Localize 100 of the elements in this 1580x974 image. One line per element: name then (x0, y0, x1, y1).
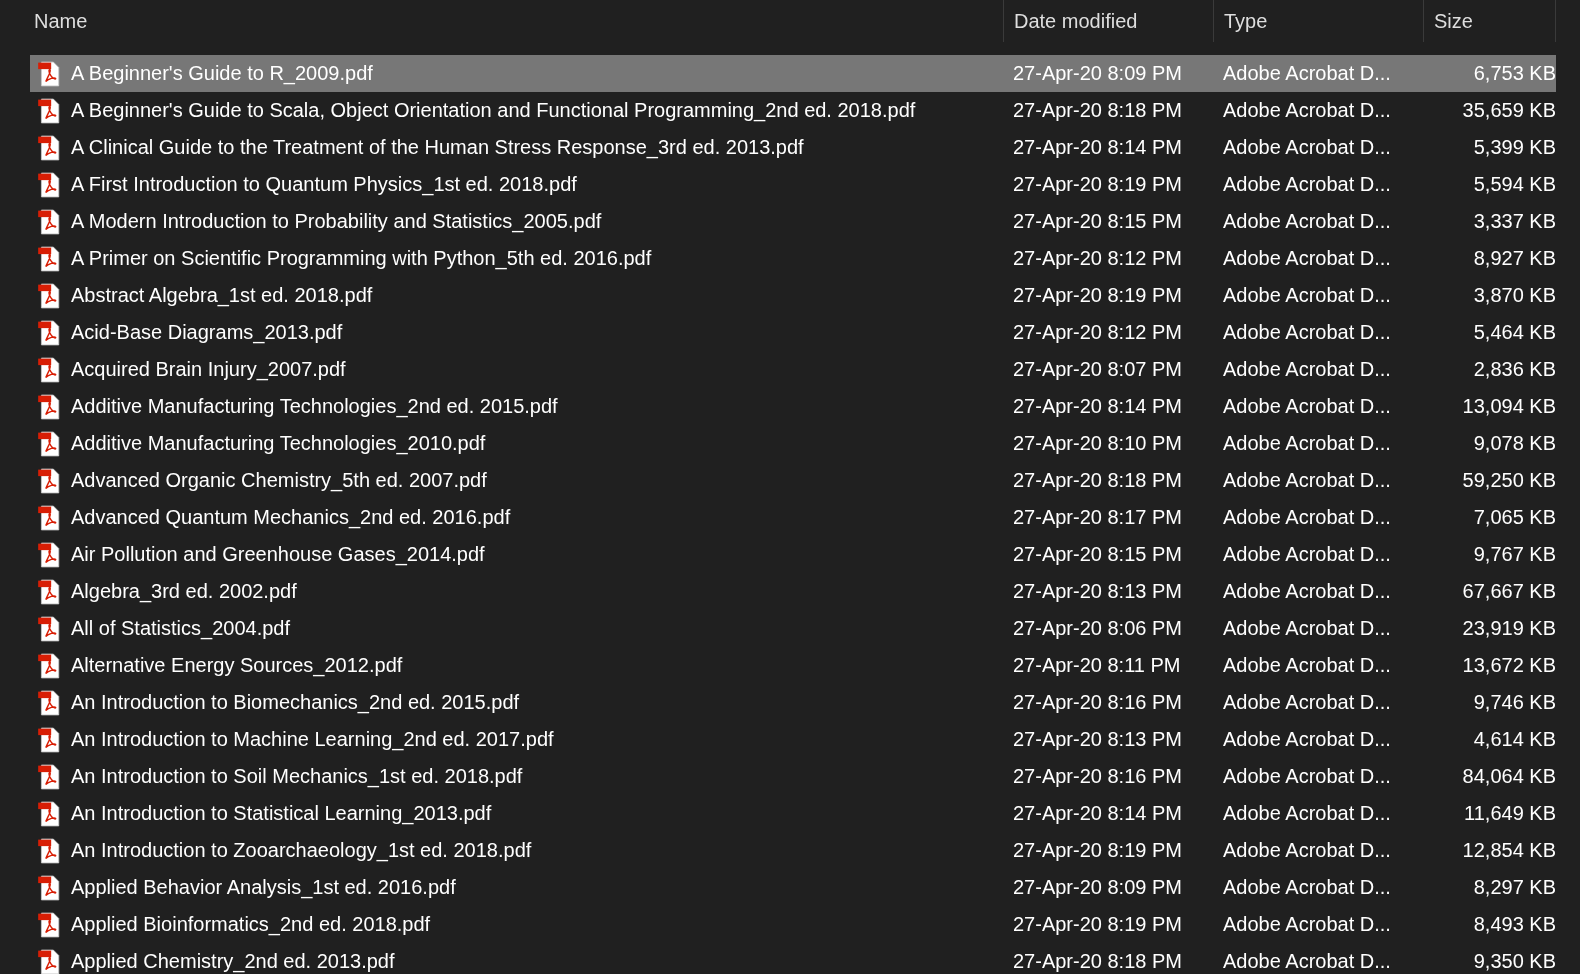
file-size: 7,065 KB (1473, 506, 1556, 528)
file-name: Advanced Organic Chemistry_5th ed. 2007.pdf (71, 469, 487, 492)
file-row[interactable]: Air Pollution and Greenhouse Gases_2014.pdf 27-Apr-20 8:15 PM Adobe Acrobat D... 9,767 KB (30, 536, 1556, 573)
column-header[interactable]: Date modified (1003, 0, 1213, 42)
date-modified: 27-Apr-20 8:18 PM (1013, 469, 1182, 491)
file-name: An Introduction to Soil Mechanics_1st ed. 2018.pdf (71, 765, 523, 788)
file-name: A Beginner's Guide to Scala, Object Orientation and Functional Programming_2nd ed. 2018.pdf (71, 99, 916, 122)
file-type: Adobe Acrobat D... (1223, 728, 1391, 750)
pdf-file-icon (36, 208, 62, 235)
file-type: Adobe Acrobat D... (1223, 617, 1391, 639)
file-row[interactable]: An Introduction to Biomechanics_2nd ed. 2015.pdf 27-Apr-20 8:16 PM Adobe Acrobat D... 9,746 KB (30, 684, 1556, 721)
file-type: Adobe Acrobat D... (1223, 765, 1391, 787)
file-size: 9,078 KB (1473, 432, 1556, 454)
pdf-file-icon (36, 652, 62, 679)
file-row[interactable]: A Beginner's Guide to Scala, Object Orientation and Functional Programming_2nd ed. 2018.pdf 27-Apr-20 8:18 PM Adobe Acrobat D... 35,659 KB (30, 92, 1556, 129)
file-row[interactable]: An Introduction to Statistical Learning_2013.pdf 27-Apr-20 8:14 PM Adobe Acrobat D... 11,649 KB (30, 795, 1556, 832)
date-modified: 27-Apr-20 8:19 PM (1013, 284, 1182, 306)
file-name: A Clinical Guide to the Treatment of the Human Stress Response_3rd ed. 2013.pdf (71, 136, 804, 159)
file-row[interactable]: A Primer on Scientific Programming with Python_5th ed. 2016.pdf 27-Apr-20 8:12 PM Adobe Acrobat D... 8,927 KB (30, 240, 1556, 277)
date-modified: 27-Apr-20 8:19 PM (1013, 173, 1182, 195)
file-name: Additive Manufacturing Technologies_2010.pdf (71, 432, 486, 455)
file-name: An Introduction to Statistical Learning_2013.pdf (71, 802, 492, 825)
file-name: Applied Bioinformatics_2nd ed. 2018.pdf (71, 913, 431, 936)
pdf-file-icon (36, 763, 62, 790)
pdf-file-icon (36, 541, 62, 568)
file-name: Applied Behavior Analysis_1st ed. 2016.pdf (71, 876, 456, 899)
file-type: Adobe Acrobat D... (1223, 839, 1391, 861)
file-type: Adobe Acrobat D... (1223, 432, 1391, 454)
file-row[interactable]: An Introduction to Zooarchaeology_1st ed. 2018.pdf 27-Apr-20 8:19 PM Adobe Acrobat D... 12,854 KB (30, 832, 1556, 869)
date-modified: 27-Apr-20 8:10 PM (1013, 432, 1182, 454)
pdf-file-icon (36, 837, 62, 864)
file-row[interactable]: Applied Behavior Analysis_1st ed. 2016.pdf 27-Apr-20 8:09 PM Adobe Acrobat D... 8,297 KB (30, 869, 1556, 906)
pdf-file-icon (36, 874, 62, 901)
file-size: 5,464 KB (1473, 321, 1556, 343)
column-header[interactable]: Size (1423, 0, 1556, 42)
date-modified: 27-Apr-20 8:09 PM (1013, 62, 1182, 84)
file-type: Adobe Acrobat D... (1223, 580, 1391, 602)
file-name: An Introduction to Zooarchaeology_1st ed. 2018.pdf (71, 839, 532, 862)
column-header[interactable]: Name (30, 0, 1003, 42)
file-type: Adobe Acrobat D... (1223, 210, 1391, 232)
column-header[interactable]: Type (1213, 0, 1423, 42)
file-type: Adobe Acrobat D... (1223, 358, 1391, 380)
file-size: 5,399 KB (1473, 136, 1556, 158)
file-row[interactable]: Applied Chemistry_2nd ed. 2013.pdf 27-Apr-20 8:18 PM Adobe Acrobat D... 9,350 KB (30, 943, 1556, 974)
date-modified: 27-Apr-20 8:14 PM (1013, 136, 1182, 158)
file-row[interactable]: Acid-Base Diagrams_2013.pdf 27-Apr-20 8:12 PM Adobe Acrobat D... 5,464 KB (30, 314, 1556, 351)
file-type: Adobe Acrobat D... (1223, 913, 1391, 935)
date-modified: 27-Apr-20 8:12 PM (1013, 247, 1182, 269)
pdf-file-icon (36, 911, 62, 938)
date-modified: 27-Apr-20 8:16 PM (1013, 691, 1182, 713)
date-modified: 27-Apr-20 8:19 PM (1013, 913, 1182, 935)
file-row[interactable]: Additive Manufacturing Technologies_2010.pdf 27-Apr-20 8:10 PM Adobe Acrobat D... 9,078 KB (30, 425, 1556, 462)
file-type: Adobe Acrobat D... (1223, 543, 1391, 565)
file-type: Adobe Acrobat D... (1223, 173, 1391, 195)
file-name: Algebra_3rd ed. 2002.pdf (71, 580, 297, 603)
file-name: Acquired Brain Injury_2007.pdf (71, 358, 346, 381)
file-row[interactable]: Acquired Brain Injury_2007.pdf 27-Apr-20 8:07 PM Adobe Acrobat D... 2,836 KB (30, 351, 1556, 388)
file-size: 8,493 KB (1473, 913, 1556, 935)
file-name: A Primer on Scientific Programming with Python_5th ed. 2016.pdf (71, 247, 652, 270)
file-row[interactable]: Abstract Algebra_1st ed. 2018.pdf 27-Apr-20 8:19 PM Adobe Acrobat D... 3,870 KB (30, 277, 1556, 314)
date-modified: 27-Apr-20 8:18 PM (1013, 99, 1182, 121)
file-size: 11,649 KB (1464, 802, 1556, 824)
file-type: Adobe Acrobat D... (1223, 506, 1391, 528)
file-row[interactable]: An Introduction to Machine Learning_2nd ed. 2017.pdf 27-Apr-20 8:13 PM Adobe Acrobat D... 4,614 KB (30, 721, 1556, 758)
pdf-file-icon (36, 726, 62, 753)
pdf-file-icon (36, 393, 62, 420)
file-size: 9,746 KB (1473, 691, 1556, 713)
file-row[interactable]: An Introduction to Soil Mechanics_1st ed. 2018.pdf 27-Apr-20 8:16 PM Adobe Acrobat D... 84,064 KB (30, 758, 1556, 795)
file-size: 12,854 KB (1462, 839, 1556, 861)
file-row[interactable]: All of Statistics_2004.pdf 27-Apr-20 8:06 PM Adobe Acrobat D... 23,919 KB (30, 610, 1556, 647)
file-row[interactable]: A First Introduction to Quantum Physics_1st ed. 2018.pdf 27-Apr-20 8:19 PM Adobe Acrobat D... 5,594 KB (30, 166, 1556, 203)
file-row[interactable]: Applied Bioinformatics_2nd ed. 2018.pdf 27-Apr-20 8:19 PM Adobe Acrobat D... 8,493 KB (30, 906, 1556, 943)
file-row[interactable]: Algebra_3rd ed. 2002.pdf 27-Apr-20 8:13 PM Adobe Acrobat D... 67,667 KB (30, 573, 1556, 610)
file-row[interactable]: Alternative Energy Sources_2012.pdf 27-Apr-20 8:11 PM Adobe Acrobat D... 13,672 KB (30, 647, 1556, 684)
date-modified: 27-Apr-20 8:18 PM (1013, 950, 1182, 972)
file-row[interactable]: A Clinical Guide to the Treatment of the Human Stress Response_3rd ed. 2013.pdf 27-Apr-20 8:14 PM Adobe Acrobat D... 5,399 KB (30, 129, 1556, 166)
pdf-file-icon (36, 504, 62, 531)
pdf-file-icon (36, 97, 62, 124)
file-size: 4,614 KB (1473, 728, 1556, 750)
pdf-file-icon (36, 467, 62, 494)
pdf-file-icon (36, 60, 62, 87)
pdf-file-icon (36, 578, 62, 605)
file-type: Adobe Acrobat D... (1223, 395, 1391, 417)
pdf-file-icon (36, 800, 62, 827)
file-size: 13,094 KB (1462, 395, 1556, 417)
date-modified: 27-Apr-20 8:09 PM (1013, 876, 1182, 898)
file-row[interactable]: Advanced Organic Chemistry_5th ed. 2007.pdf 27-Apr-20 8:18 PM Adobe Acrobat D... 59,250 KB (30, 462, 1556, 499)
pdf-file-icon (36, 615, 62, 642)
file-row[interactable]: Additive Manufacturing Technologies_2nd ed. 2015.pdf 27-Apr-20 8:14 PM Adobe Acrobat D... 13,094 KB (30, 388, 1556, 425)
file-type: Adobe Acrobat D... (1223, 321, 1391, 343)
file-row[interactable]: Advanced Quantum Mechanics_2nd ed. 2016.pdf 27-Apr-20 8:17 PM Adobe Acrobat D... 7,065 KB (30, 499, 1556, 536)
file-name: A Modern Introduction to Probability and Statistics_2005.pdf (71, 210, 602, 233)
file-size: 23,919 KB (1462, 617, 1556, 639)
pdf-file-icon (36, 689, 62, 716)
file-row[interactable]: A Beginner's Guide to R_2009.pdf 27-Apr-20 8:09 PM Adobe Acrobat D... 6,753 KB (30, 55, 1556, 92)
file-row[interactable]: A Modern Introduction to Probability and Statistics_2005.pdf 27-Apr-20 8:15 PM Adobe Acrobat D... 3,337 KB (30, 203, 1556, 240)
date-modified: 27-Apr-20 8:15 PM (1013, 210, 1182, 232)
file-type: Adobe Acrobat D... (1223, 950, 1391, 972)
file-type: Adobe Acrobat D... (1223, 691, 1391, 713)
file-size: 8,297 KB (1473, 876, 1556, 898)
